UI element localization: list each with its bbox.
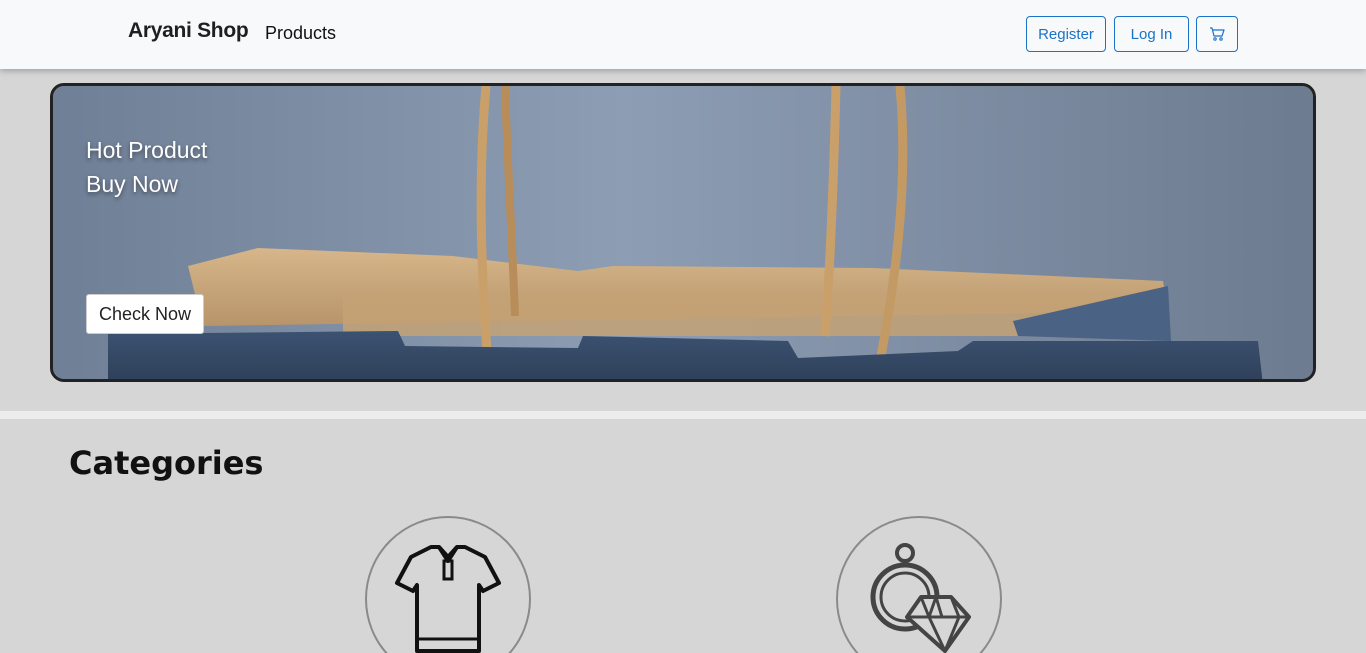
- section-divider: [0, 411, 1366, 419]
- jewelry-icon: [870, 543, 971, 653]
- hero-banner: Hot Product Buy Now Check Now: [50, 83, 1316, 382]
- hero-text: Hot Product Buy Now: [86, 133, 207, 201]
- shopping-bag-image: [53, 86, 1313, 379]
- check-now-button[interactable]: Check Now: [86, 294, 204, 334]
- cart-button[interactable]: [1196, 16, 1238, 52]
- category-jewelry[interactable]: [836, 516, 1002, 653]
- hero-line-2: Buy Now: [86, 171, 179, 197]
- cart-icon: [1210, 27, 1225, 41]
- register-button[interactable]: Register: [1026, 16, 1106, 52]
- nav-link-products[interactable]: Products: [265, 23, 336, 44]
- shirt-icon: [395, 545, 501, 653]
- navbar: Aryani Shop Products Register Log In: [0, 0, 1366, 69]
- brand-logo[interactable]: Aryani Shop: [128, 19, 249, 43]
- category-clothing[interactable]: [365, 516, 531, 653]
- hero-line-1: Hot Product: [86, 137, 208, 163]
- login-button[interactable]: Log In: [1114, 16, 1189, 52]
- categories-heading: Categories: [69, 444, 264, 482]
